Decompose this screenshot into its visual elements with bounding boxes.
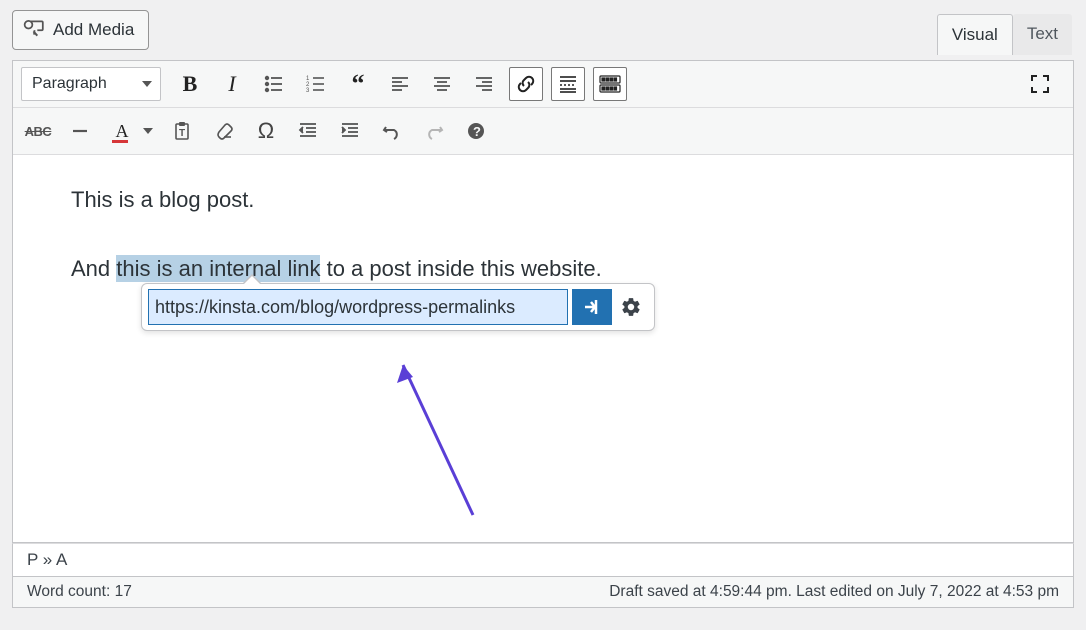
insert-more-button[interactable] <box>551 67 585 101</box>
align-right-button[interactable] <box>467 67 501 101</box>
media-icon <box>23 17 53 44</box>
undo-button[interactable] <box>375 114 409 148</box>
editor-mode-tabs: Visual Text <box>937 14 1072 55</box>
help-button[interactable]: ? <box>459 114 493 148</box>
svg-text:T: T <box>179 128 185 139</box>
bold-button[interactable]: B <box>173 67 207 101</box>
selected-link-text[interactable]: this is an internal link <box>116 255 320 282</box>
element-path-bar[interactable]: P » A <box>12 543 1074 577</box>
editor-content[interactable]: This is a blog post. And this is an inte… <box>12 155 1074 543</box>
add-media-button[interactable]: Add Media <box>12 10 149 50</box>
text-color-button[interactable]: A <box>105 114 139 148</box>
chevron-down-icon <box>142 81 152 87</box>
align-left-button[interactable] <box>383 67 417 101</box>
content-paragraph[interactable]: And this is an internal link to a post i… <box>71 254 1015 285</box>
strikethrough-button[interactable]: ABC <box>21 114 55 148</box>
insert-link-popup <box>141 283 655 331</box>
apply-link-button[interactable] <box>572 289 612 325</box>
fullscreen-button[interactable] <box>1023 67 1057 101</box>
numbered-list-button[interactable]: 123 <box>299 67 333 101</box>
editor-toolbar: Paragraph B I 123 “ <box>12 60 1074 155</box>
tab-text[interactable]: Text <box>1013 14 1072 55</box>
text-color-dropdown[interactable] <box>139 114 157 148</box>
format-dropdown-label: Paragraph <box>32 75 107 93</box>
align-center-button[interactable] <box>425 67 459 101</box>
add-media-label: Add Media <box>53 20 134 40</box>
bullet-list-button[interactable] <box>257 67 291 101</box>
indent-button[interactable] <box>333 114 367 148</box>
toolbar-toggle-button[interactable] <box>593 67 627 101</box>
horizontal-rule-button[interactable] <box>63 114 97 148</box>
italic-button[interactable]: I <box>215 67 249 101</box>
svg-text:3: 3 <box>306 88 310 94</box>
paste-text-button[interactable]: T <box>165 114 199 148</box>
content-paragraph[interactable]: This is a blog post. <box>71 185 1015 216</box>
editor-status-bar: Word count: 17 Draft saved at 4:59:44 pm… <box>12 577 1074 608</box>
blockquote-button[interactable]: “ <box>341 67 375 101</box>
special-character-button[interactable]: Ω <box>249 114 283 148</box>
format-dropdown[interactable]: Paragraph <box>21 67 161 101</box>
link-url-input[interactable] <box>148 289 568 325</box>
word-count: Word count: 17 <box>27 583 132 601</box>
annotation-arrow <box>383 355 503 535</box>
link-settings-button[interactable] <box>614 289 648 325</box>
outdent-button[interactable] <box>291 114 325 148</box>
save-status: Draft saved at 4:59:44 pm. Last edited o… <box>609 583 1059 601</box>
insert-link-button[interactable] <box>509 67 543 101</box>
svg-text:?: ? <box>473 124 481 139</box>
redo-button[interactable] <box>417 114 451 148</box>
tab-visual[interactable]: Visual <box>937 14 1013 55</box>
chevron-down-icon <box>143 128 153 134</box>
clear-formatting-button[interactable] <box>207 114 241 148</box>
